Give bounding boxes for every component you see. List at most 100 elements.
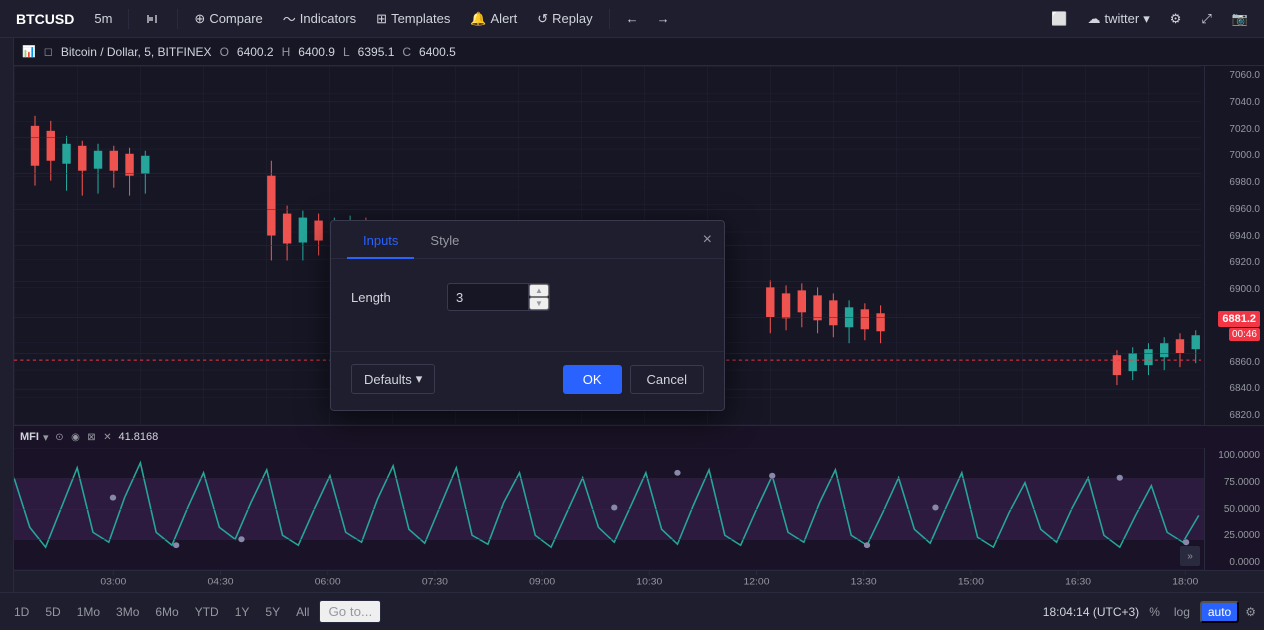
- indicators-icon: 〜: [283, 9, 296, 28]
- length-decrement[interactable]: ▼: [529, 297, 549, 310]
- dialog-close-button[interactable]: ×: [703, 232, 712, 248]
- settings-icon[interactable]: ⚙: [1162, 7, 1190, 31]
- length-increment[interactable]: ▲: [529, 284, 549, 297]
- ind-level-0: 0.0000: [1209, 557, 1260, 568]
- cancel-button[interactable]: Cancel: [630, 365, 704, 394]
- ind-level-25: 25.0000: [1209, 530, 1260, 541]
- price-axis: 7060.0 7040.0 7020.0 7000.0 6980.0 6960.…: [1204, 66, 1264, 425]
- svg-text:12:00: 12:00: [743, 577, 769, 588]
- time-axis-svg: 03:00 04:30 06:00 07:30 09:00 10:30 12:0…: [28, 571, 1204, 592]
- expand-icon: »: [1187, 551, 1193, 562]
- svg-text:10:30: 10:30: [636, 577, 662, 588]
- period-1d[interactable]: 1D: [8, 602, 35, 622]
- open-value: 6400.2: [237, 45, 274, 59]
- tab-inputs[interactable]: Inputs: [347, 221, 414, 258]
- ok-button[interactable]: OK: [563, 365, 622, 394]
- indicator-svg-area: 100.0000 75.0000 50.0000 25.0000 0.0000 …: [14, 448, 1264, 570]
- price-7060: 7060.0: [1209, 70, 1260, 81]
- length-field: Length ▲ ▼: [351, 283, 704, 311]
- dialog-footer: Defaults ▾ OK Cancel: [331, 351, 724, 410]
- price-6900: 6900.0: [1209, 284, 1260, 295]
- high-value: 6400.9: [298, 45, 335, 59]
- symbol-label[interactable]: BTCUSD: [8, 7, 82, 31]
- toolbar-right: ⬜ ☁ twitter ▾ ⚙ ⤢ 📷: [1043, 7, 1256, 31]
- compare-icon: ⊕: [194, 11, 205, 27]
- period-all[interactable]: All: [290, 602, 315, 622]
- fullscreen-icon[interactable]: ⬜: [1043, 7, 1075, 31]
- redo-button[interactable]: →: [649, 7, 678, 30]
- dialog-buttons: OK Cancel: [563, 365, 704, 394]
- bar-style-icon[interactable]: [137, 7, 169, 31]
- indicator-expand-button[interactable]: »: [1180, 546, 1200, 566]
- undo-button[interactable]: ←: [618, 7, 647, 30]
- cloud-icon: ☁: [1088, 11, 1101, 27]
- close-label: C: [402, 45, 411, 59]
- top-toolbar: BTCUSD 5m ⊕ Compare 〜 Indicators ⊞ Templ…: [0, 0, 1264, 38]
- period-1y[interactable]: 1Y: [229, 602, 256, 622]
- price-7040: 7040.0: [1209, 97, 1260, 108]
- goto-button[interactable]: Go to...: [319, 600, 381, 623]
- indicator-close-icon[interactable]: ✕: [100, 430, 114, 444]
- price-7000: 7000.0: [1209, 150, 1260, 161]
- tab-style[interactable]: Style: [414, 221, 475, 258]
- open-label: O: [220, 45, 229, 59]
- ind-level-100: 100.0000: [1209, 450, 1260, 461]
- period-5y[interactable]: 5Y: [259, 602, 286, 622]
- alert-icon: 🔔: [470, 11, 486, 27]
- interval-button[interactable]: 5m: [86, 7, 120, 30]
- replay-icon: ↺: [537, 11, 548, 27]
- camera-icon[interactable]: 📷: [1224, 7, 1256, 31]
- indicator-eye-icon[interactable]: ◉: [68, 430, 82, 444]
- settings-dialog[interactable]: Inputs Style × Length ▲ ▼ Defaults ▾: [330, 220, 725, 411]
- alert-button[interactable]: 🔔 Alert: [462, 7, 525, 31]
- indicator-lock-icon[interactable]: ⊠: [84, 430, 98, 444]
- dialog-tabs: Inputs Style ×: [331, 221, 724, 259]
- indicator-dot: ▾: [43, 431, 49, 444]
- percent-button[interactable]: %: [1145, 603, 1164, 621]
- account-button[interactable]: ☁ twitter ▾: [1080, 7, 1158, 31]
- period-5d[interactable]: 5D: [39, 602, 66, 622]
- current-price-badge: 6881.2: [1218, 311, 1260, 327]
- indicator-label-bar: MFI ▾ ⊙ ◉ ⊠ ✕ 41.8168: [14, 426, 1264, 448]
- chart-settings-icon[interactable]: ⚙: [1245, 605, 1256, 619]
- log-button[interactable]: log: [1170, 603, 1194, 621]
- high-label: H: [282, 45, 291, 59]
- undo-redo-group: ← →: [618, 7, 678, 30]
- auto-button[interactable]: auto: [1200, 601, 1239, 623]
- svg-text:09:00: 09:00: [529, 577, 555, 588]
- time-axis: 03:00 04:30 06:00 07:30 09:00 10:30 12:0…: [14, 570, 1264, 592]
- length-spinners: ▲ ▼: [528, 284, 549, 310]
- period-ytd[interactable]: YTD: [189, 602, 225, 622]
- price-7020: 7020.0: [1209, 124, 1260, 135]
- period-1mo[interactable]: 1Mo: [71, 602, 106, 622]
- templates-button[interactable]: ⊞ Templates: [368, 7, 458, 31]
- svg-text:03:00: 03:00: [100, 577, 126, 588]
- chevron-down-icon: ▾: [1143, 11, 1150, 27]
- bottom-right: 18:04:14 (UTC+3) % log auto ⚙: [1043, 601, 1256, 623]
- length-input[interactable]: [448, 285, 528, 310]
- period-3mo[interactable]: 3Mo: [110, 602, 145, 622]
- chart-info-bar: 📊 ◻ Bitcoin / Dollar, 5, BITFINEX O 6400…: [14, 38, 1264, 66]
- svg-text:06:00: 06:00: [315, 577, 341, 588]
- indicator-value: 41.8168: [118, 431, 158, 443]
- compare-button[interactable]: ⊕ Compare: [186, 7, 270, 31]
- dialog-body: Length ▲ ▼: [331, 259, 724, 351]
- indicator-controls: ⊙ ◉ ⊠ ✕: [52, 430, 114, 444]
- maximize-icon[interactable]: ⤢: [1193, 7, 1219, 31]
- indicator-svg: [14, 448, 1204, 570]
- close-value: 6400.5: [419, 45, 456, 59]
- ind-level-50: 50.0000: [1209, 504, 1260, 515]
- defaults-button[interactable]: Defaults ▾: [351, 364, 435, 394]
- price-6840: 6840.0: [1209, 383, 1260, 394]
- replay-button[interactable]: ↺ Replay: [529, 7, 600, 31]
- svg-text:16:30: 16:30: [1065, 577, 1091, 588]
- chevron-down-icon: ▾: [416, 371, 423, 387]
- indicator-panel: MFI ▾ ⊙ ◉ ⊠ ✕ 41.8168: [14, 425, 1264, 570]
- svg-text:07:30: 07:30: [422, 577, 448, 588]
- svg-text:04:30: 04:30: [208, 577, 234, 588]
- indicators-button[interactable]: 〜 Indicators: [275, 5, 364, 32]
- indicator-settings-icon[interactable]: ⊙: [52, 430, 66, 444]
- price-6820: 6820.0: [1209, 410, 1260, 421]
- period-6mo[interactable]: 6Mo: [149, 602, 184, 622]
- price-6920: 6920.0: [1209, 257, 1260, 268]
